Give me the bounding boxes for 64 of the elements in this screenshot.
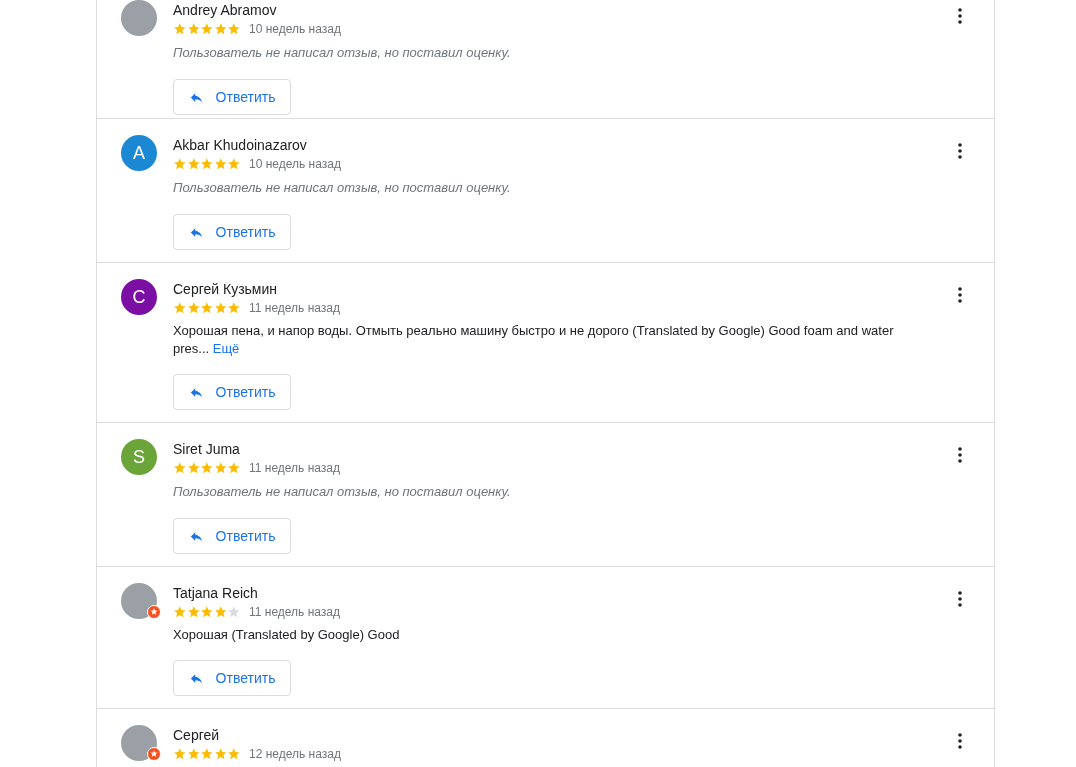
star-icon [173, 747, 187, 761]
reply-button[interactable]: Ответить [173, 660, 291, 696]
reviewer-name: Siret Juma [173, 440, 241, 459]
photo-placeholder [121, 725, 157, 761]
reviewer-name: Akbar Khudoinazarov [173, 136, 308, 155]
letter-avatar: S [121, 439, 157, 475]
star-icon [186, 301, 201, 315]
letter-avatar: A [121, 135, 157, 171]
reply-button[interactable]: Ответить [173, 214, 291, 250]
reviewer-name: Сергей [173, 726, 221, 745]
more-options-icon[interactable] [958, 591, 962, 607]
star-icon [186, 605, 201, 619]
star-icon [186, 461, 201, 475]
star-icon [186, 22, 201, 36]
review-time: 10 недель назад [248, 156, 341, 172]
star-icon [200, 301, 214, 315]
more-options-icon[interactable] [958, 733, 962, 749]
review-time: 12 недель назад [248, 746, 341, 762]
review-time: 11 недель назад [248, 460, 340, 476]
star-icon [213, 157, 228, 171]
star-icon [213, 747, 228, 761]
reply-button[interactable]: Ответить [173, 518, 291, 554]
review-text: Хорошая пена, и напор воды. Отмыть реально машину быстро и не дорого (Translated by Google) Good foam and water pres... Ещё [173, 322, 895, 358]
star-icon [200, 605, 214, 619]
star-icon [213, 301, 228, 315]
letter-avatar: С [121, 279, 157, 315]
no-review-note: Пользователь не написал отзыв, но поставил оценку. [173, 179, 512, 197]
star-icon [213, 605, 228, 619]
star-icon [213, 461, 228, 475]
review-time: 10 недель назад [248, 21, 341, 37]
review-text: Хорошая (Translated by Google) Good [173, 626, 401, 644]
photo-placeholder [121, 583, 157, 619]
more-options-icon[interactable] [958, 143, 962, 159]
more-options-icon[interactable] [958, 447, 962, 463]
star-icon [173, 301, 187, 315]
star-icon [200, 747, 214, 761]
reviewer-name: Tatjana Reich [173, 584, 259, 603]
star-icon [227, 157, 241, 171]
star-icon [200, 157, 214, 171]
more-options-icon[interactable] [958, 287, 962, 303]
star-icon [200, 461, 214, 475]
star-icon [186, 747, 201, 761]
star-icon [227, 747, 241, 761]
star-icon [213, 22, 228, 36]
star-icon [173, 461, 187, 475]
more-link[interactable]: Ещё [212, 341, 240, 356]
no-review-note: Пользователь не написал отзыв, но поставил оценку. [173, 44, 512, 62]
reviewer-name: Сергей Кузьмин [173, 280, 279, 299]
reviewer-name: Andrey Abramov [173, 1, 278, 20]
star-icon [186, 157, 201, 171]
star-icon [173, 22, 187, 36]
reply-button[interactable]: Ответить [173, 374, 291, 410]
no-review-note: Пользователь не написал отзыв, но поставил оценку. [173, 483, 512, 501]
star-icon [227, 22, 241, 36]
star-icon [173, 157, 187, 171]
more-options-icon[interactable] [958, 8, 962, 24]
star-icon [227, 605, 241, 619]
star-icon [200, 22, 214, 36]
star-icon [227, 301, 241, 315]
reply-button[interactable]: Ответить [173, 79, 291, 115]
review-time: 11 недель назад [248, 604, 340, 620]
star-icon [173, 605, 187, 619]
star-icon [227, 461, 241, 475]
review-time: 11 недель назад [248, 300, 340, 316]
